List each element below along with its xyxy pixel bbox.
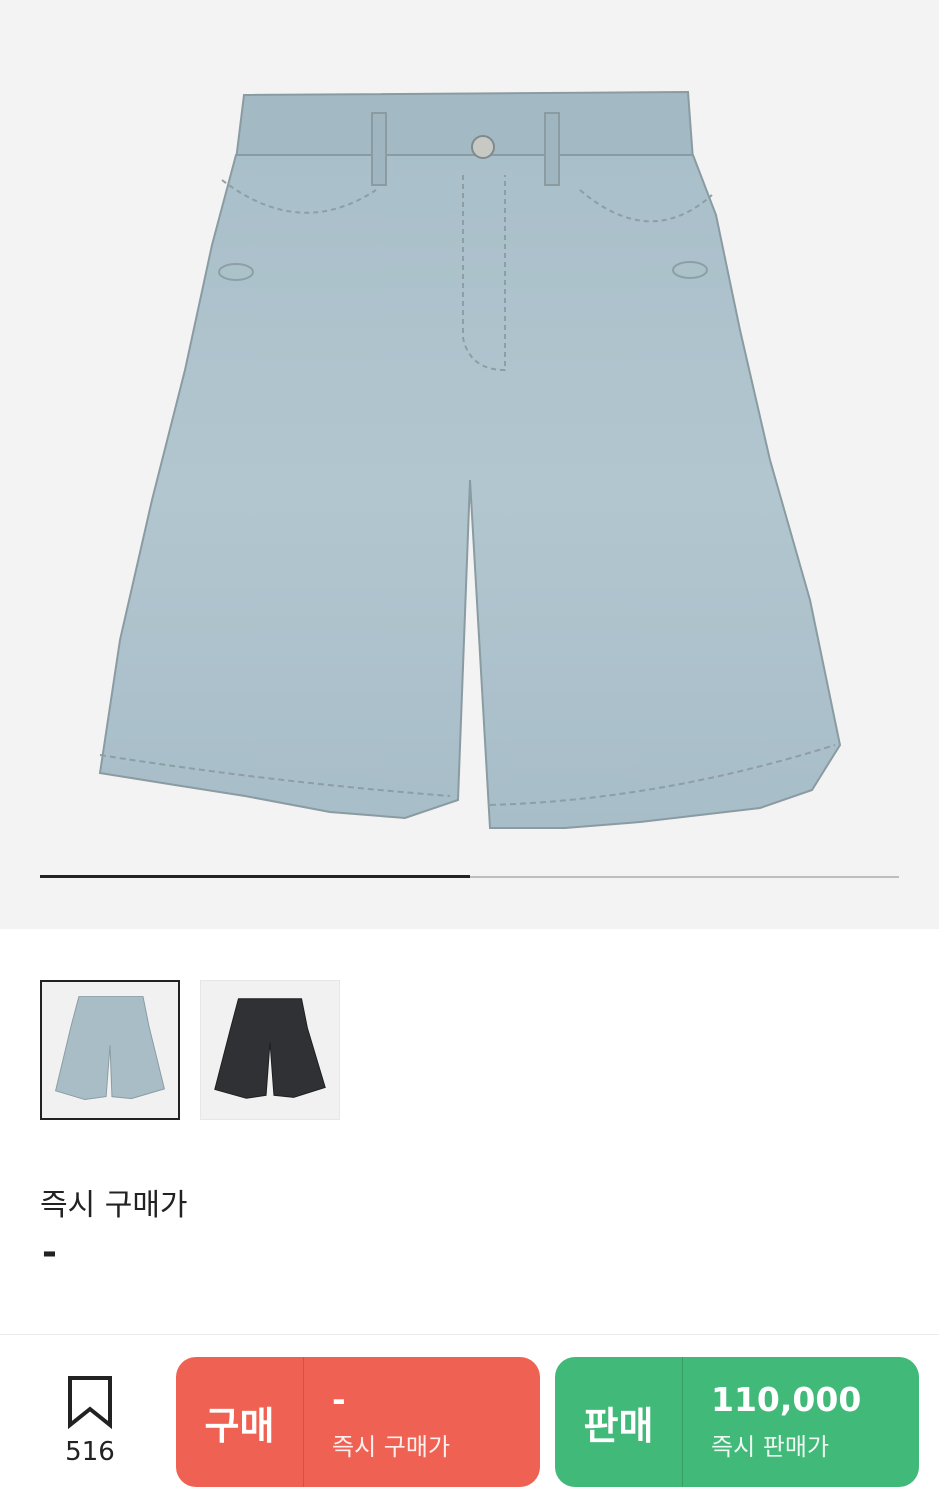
wishlist-count: 516 [65,1437,115,1467]
thumbnail-black-denim[interactable] [200,980,340,1120]
thumbnail-image [55,996,165,1101]
thumbnail-image [214,998,326,1099]
sell-button[interactable]: 판매 110,000 즉시 판매가 [555,1357,919,1487]
sell-button-label: 판매 [555,1357,683,1487]
product-image-gallery[interactable] [0,0,939,929]
instant-buy-price-value: - [42,1232,57,1273]
product-image-denim-shorts [98,90,842,829]
thumbnail-strip [40,980,340,1120]
buy-button-subtitle: 즉시 구매가 [332,1432,451,1461]
buy-button-price: - [332,1380,346,1420]
buy-button[interactable]: 구매 - 즉시 구매가 [176,1357,540,1487]
gallery-progress-indicator [40,875,470,878]
thumbnail-light-denim[interactable] [40,980,180,1120]
bookmark-icon [68,1376,112,1430]
gallery-progress-track [40,875,899,878]
instant-buy-price-label: 즉시 구매가 [40,1188,188,1223]
buy-button-label: 구매 [176,1357,304,1487]
bottom-action-bar: 516 구매 - 즉시 구매가 판매 110,000 즉시 판매가 [0,1334,939,1500]
wishlist-button[interactable]: 516 [50,1375,130,1467]
sell-button-price: 110,000 [711,1380,862,1420]
sell-button-subtitle: 즉시 판매가 [711,1432,830,1461]
